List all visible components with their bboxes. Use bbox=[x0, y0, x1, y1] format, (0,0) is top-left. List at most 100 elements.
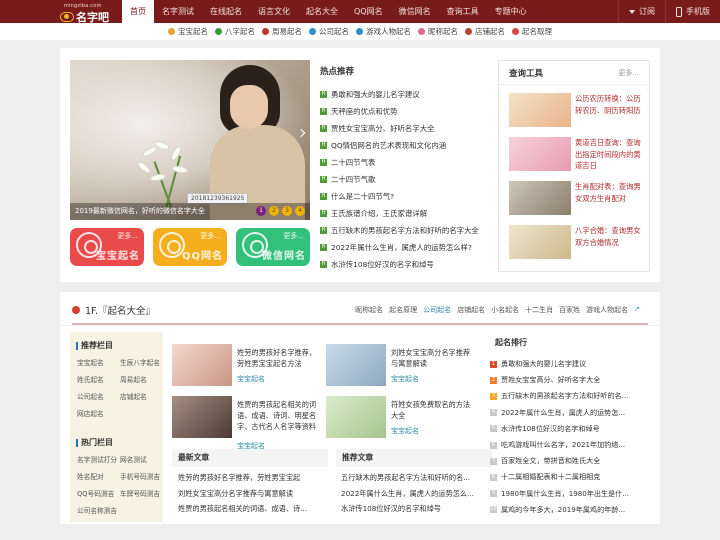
subnav-item[interactable]: 起名取理 bbox=[512, 26, 552, 37]
list-item[interactable]: 2022年属什么生肖，属虎人的运势怎么... bbox=[341, 486, 487, 502]
sidebar-link[interactable]: 手机号码测吉 bbox=[120, 471, 163, 488]
list-item[interactable]: H 2022年属什么生肖，属虎人的运势怎么样? bbox=[320, 239, 490, 256]
article-card[interactable]: 符姓女孩免费取名的方法大全 宝宝起名 bbox=[326, 396, 476, 440]
recommend-articles-list: 五行缺木的男孩起名字方法和好听的名... 2022年属什么生肖，属虎人的运势怎么… bbox=[341, 470, 487, 517]
section-tab[interactable]: 小名起名 bbox=[491, 305, 519, 315]
slide-dot[interactable]: 1 bbox=[256, 206, 266, 216]
main-nav: 首页 名字测试 在线起名 语言文化 起名大全 QQ网名 微信网名 查询工具 专题… bbox=[122, 0, 535, 23]
tools-more-link[interactable]: 更多... bbox=[618, 68, 639, 78]
section-tab[interactable]: 店铺起名 bbox=[457, 305, 485, 315]
list-item[interactable]: 姓劳的男孩好名字推荐，劳姓男宝宝起 bbox=[178, 470, 328, 486]
subnav-item[interactable]: 公司起名 bbox=[309, 26, 349, 37]
sidebar-link[interactable]: 店铺起名 bbox=[120, 391, 163, 408]
site-logo[interactable]: mingziba.com 名字吧 bbox=[60, 2, 114, 24]
category-icon bbox=[168, 28, 175, 35]
list-item[interactable]: H 五行缺木的男孩起名字方法和好听的名字大全 bbox=[320, 222, 490, 239]
article-category[interactable]: 宝宝起名 bbox=[391, 426, 419, 436]
subnav-item[interactable]: 店铺起名 bbox=[465, 26, 505, 37]
nav-item[interactable]: 首页 bbox=[122, 0, 154, 23]
section-tab[interactable]: 公司起名 bbox=[423, 305, 451, 315]
section-tabs: 昵称起名 起名原理 公司起名 店铺起名 小名起名 十二生肖 百家姓 游戏人物起名… bbox=[355, 305, 640, 315]
article-thumbnail bbox=[326, 396, 386, 438]
nav-item[interactable]: 在线起名 bbox=[202, 0, 250, 23]
list-item[interactable]: H 什么是二十四节气? bbox=[320, 188, 490, 205]
nav-item[interactable]: 起名大全 bbox=[298, 0, 346, 23]
tool-item[interactable]: 黄道吉日查询：查询出指定时间段内的黄道吉日 bbox=[509, 137, 649, 173]
section-tab[interactable]: 十二生肖 bbox=[525, 305, 553, 315]
rank-item[interactable]: 4 2022年属什么生肖，属虎人的运势怎... bbox=[490, 405, 650, 421]
external-link-icon[interactable]: ↗ bbox=[634, 305, 640, 315]
list-item[interactable]: H 勇敢和强大的婴儿名字建议 bbox=[320, 86, 490, 103]
tool-item[interactable]: 生肖配对表：查询男女双方生肖配对 bbox=[509, 181, 649, 217]
latest-articles-title: 最新文章 bbox=[172, 449, 328, 467]
nav-item[interactable]: 语言文化 bbox=[250, 0, 298, 23]
sidebar-link[interactable]: 公司名称测吉 bbox=[77, 505, 120, 522]
nav-item[interactable]: QQ网名 bbox=[346, 0, 391, 23]
list-item[interactable]: 五行缺木的男孩起名字方法和好听的名... bbox=[341, 470, 487, 486]
section-tab[interactable]: 昵称起名 bbox=[355, 305, 383, 315]
nav-item[interactable]: 专题中心 bbox=[487, 0, 535, 23]
subnav-item[interactable]: 游戏人物起名 bbox=[356, 26, 411, 37]
quick-button-baby-naming[interactable]: 更多... 宝宝起名 bbox=[70, 228, 144, 266]
rank-item[interactable]: 6 吃鸡游戏叫什么名字，2021年加钓络... bbox=[490, 437, 650, 453]
sidebar-link[interactable]: 网店起名 bbox=[77, 408, 120, 425]
article-card[interactable]: 刘姓女宝宝高分名字推荐与寓意解读 宝宝起名 bbox=[326, 344, 476, 388]
section-icon bbox=[72, 306, 80, 314]
nav-item[interactable]: 名字测试 bbox=[154, 0, 202, 23]
sidebar-link[interactable]: 姓名配对 bbox=[77, 471, 120, 488]
list-item[interactable]: 刘姓女宝宝高分名字推荐与寓意解读 bbox=[178, 486, 328, 502]
rank-item[interactable]: 1 勇敢和强大的婴儿名字建议 bbox=[490, 356, 650, 372]
rank-item[interactable]: 10 属鸡的今年多大，2019年属鸡的年龄... bbox=[490, 502, 650, 518]
list-item[interactable]: 水浒传108位好汉的名字和绰号 bbox=[341, 501, 487, 517]
section-tab[interactable]: 起名原理 bbox=[389, 305, 417, 315]
article-card[interactable]: 姓劳的男孩好名字推荐，劳姓男宝宝起名方法 宝宝起名 bbox=[172, 344, 322, 388]
slide-dot[interactable]: 2 bbox=[269, 206, 279, 216]
category-icon bbox=[465, 28, 472, 35]
rank-item[interactable]: 7 百家姓全文，带拼音和姓氏大全 bbox=[490, 453, 650, 469]
featured-slider[interactable]: 20181239361925 2019最新微信网名，好听的微信名字大全 1 2 … bbox=[70, 60, 310, 220]
quick-button-wechat-names[interactable]: 更多... 微信网名 bbox=[236, 228, 310, 266]
sidebar-link[interactable]: 生辰八字起名 bbox=[120, 357, 163, 374]
list-item[interactable]: H 贾姓女宝宝高分、好听名字大全 bbox=[320, 120, 490, 137]
sidebar-link[interactable]: 周易起名 bbox=[120, 374, 163, 391]
sidebar-link[interactable]: 网名测试 bbox=[120, 454, 163, 471]
rank-item[interactable]: 8 十二属相婚配表和十二属相相克 bbox=[490, 469, 650, 485]
nav-item[interactable]: 微信网名 bbox=[391, 0, 439, 23]
subnav-item[interactable]: 昵称起名 bbox=[418, 26, 458, 37]
list-item[interactable]: H QQ情侣网名的艺术表现和文化内涵 bbox=[320, 137, 490, 154]
list-item[interactable]: 姓贾的男孩起名相关的词语、成语、诗... bbox=[178, 501, 328, 517]
article-thumbnail bbox=[326, 344, 386, 386]
slide-dot[interactable]: 4 bbox=[295, 206, 305, 216]
subnav-item[interactable]: 周易起名 bbox=[262, 26, 302, 37]
tool-item[interactable]: 八字合婚：查询男女双方合婚情况 bbox=[509, 225, 649, 261]
subnav-item[interactable]: 八字起名 bbox=[215, 26, 255, 37]
list-item[interactable]: H 二十四节气表 bbox=[320, 154, 490, 171]
article-category[interactable]: 宝宝起名 bbox=[237, 374, 265, 384]
sidebar-link[interactable]: 宝宝起名 bbox=[77, 357, 120, 374]
sidebar-link[interactable]: 姓氏起名 bbox=[77, 374, 120, 391]
rank-item[interactable]: 5 水浒传108位好汉的名字和绰号 bbox=[490, 421, 650, 437]
article-card[interactable]: 姓贾的男孩起名相关的词语、成语、诗词、明星名字、古代名人名字等资料 宝宝起名 bbox=[172, 396, 322, 450]
list-item[interactable]: H 水浒传108位好汉的名字和绰号 bbox=[320, 256, 490, 273]
tool-item[interactable]: 公历农历转换：公历转农历、阴历转阳历 bbox=[509, 93, 649, 129]
list-item[interactable]: H 王氏族谱介绍，王氏家谱详解 bbox=[320, 205, 490, 222]
quick-button-qq-names[interactable]: 更多... QQ网名 bbox=[153, 228, 227, 266]
subscribe-button[interactable]: 订阅 bbox=[618, 0, 665, 23]
section-tab[interactable]: 游戏人物起名 bbox=[586, 305, 628, 315]
sidebar-link[interactable]: 车牌号码测吉 bbox=[120, 488, 163, 505]
nav-item[interactable]: 查询工具 bbox=[439, 0, 487, 23]
sidebar-link[interactable]: QQ号码测吉 bbox=[77, 488, 120, 505]
mobile-version-link[interactable]: 手机版 bbox=[665, 0, 720, 23]
slide-dot[interactable]: 3 bbox=[282, 206, 292, 216]
rank-item[interactable]: 9 1980年属什么生肖，1980年出生是什... bbox=[490, 486, 650, 502]
section-tab[interactable]: 百家姓 bbox=[559, 305, 580, 315]
list-item[interactable]: H 二十四节气歌 bbox=[320, 171, 490, 188]
rank-item[interactable]: 3 五行缺木的男孩起名字方法和好听的名... bbox=[490, 388, 650, 404]
article-category[interactable]: 宝宝起名 bbox=[391, 374, 419, 384]
rank-item[interactable]: 2 贾姓女宝宝高分、好听名字大全 bbox=[490, 372, 650, 388]
sidebar-link[interactable]: 公司起名 bbox=[77, 391, 120, 408]
category-icon bbox=[215, 28, 222, 35]
subnav-item[interactable]: 宝宝起名 bbox=[168, 26, 208, 37]
sidebar-link[interactable]: 名字测试打分 bbox=[77, 454, 120, 471]
list-item[interactable]: H 天秤座的优点和优势 bbox=[320, 103, 490, 120]
